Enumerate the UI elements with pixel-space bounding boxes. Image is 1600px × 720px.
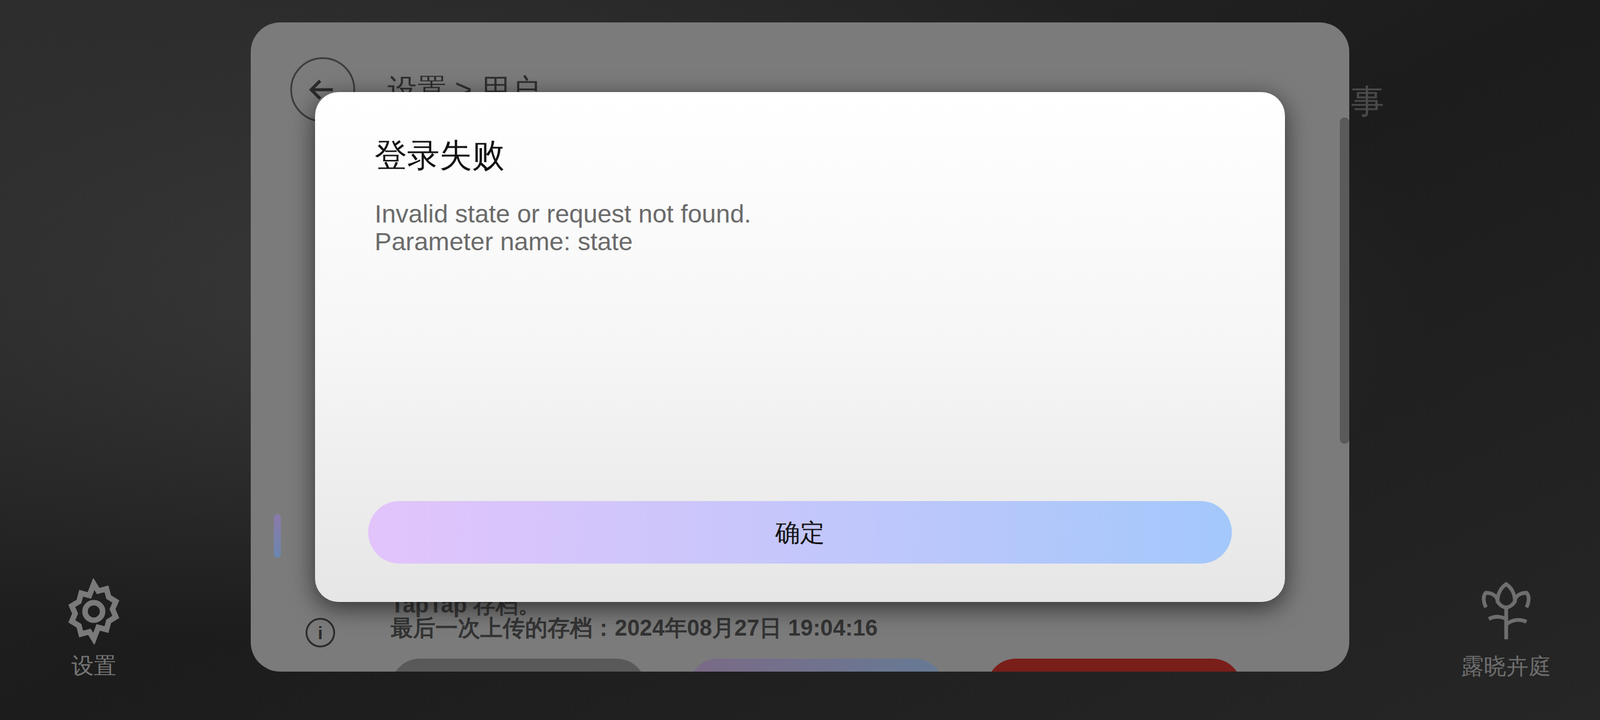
screen: 事 设置 露晓卉庭 设置 > 用户 i TapTap 存档。 最后一次上传的存档… xyxy=(0,0,1600,720)
download-button[interactable] xyxy=(390,658,647,672)
garden-menu-button[interactable]: 露晓卉庭 xyxy=(1447,575,1566,680)
info-icon[interactable]: i xyxy=(305,617,336,648)
dialog-message: Invalid state or request not found.Param… xyxy=(315,200,1285,501)
message-line: Parameter name: state xyxy=(374,227,1226,256)
menu-label: 设置 xyxy=(71,652,117,679)
upload-button[interactable] xyxy=(688,658,944,672)
message-line: Invalid state or request not found. xyxy=(374,200,1226,228)
button-row xyxy=(390,658,1242,672)
scrollbar[interactable] xyxy=(1339,117,1350,444)
menu-label: 事 xyxy=(1351,76,1385,127)
settings-menu-button[interactable]: 设置 xyxy=(46,578,142,679)
confirm-button[interactable]: 确定 xyxy=(368,500,1232,564)
last-upload: 最后一次上传的存档：2024年08月27日 19:04:16 xyxy=(390,615,878,640)
dialog: 登录失败 Invalid state or request not found.… xyxy=(315,92,1285,602)
dialog-buttons: 确定 xyxy=(315,500,1285,564)
selection-indicator xyxy=(273,513,281,558)
logout-button[interactable] xyxy=(986,658,1242,672)
menu-label: 露晓卉庭 xyxy=(1461,653,1552,680)
dialog-title: 登录失败 xyxy=(315,136,1285,175)
flower-icon xyxy=(1471,575,1542,645)
gear-icon xyxy=(60,578,127,645)
